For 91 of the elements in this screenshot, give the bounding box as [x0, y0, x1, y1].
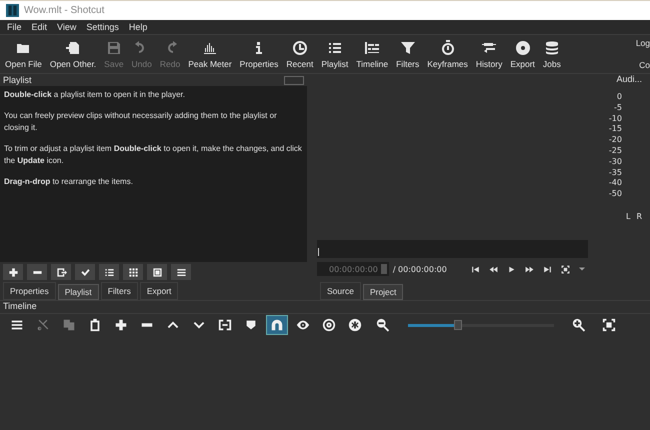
scale-label: -10 [608, 114, 622, 123]
fit-icon[interactable] [602, 318, 616, 332]
playlist-button[interactable] [99, 264, 119, 280]
tab[interactable]: Properties [3, 282, 56, 300]
clipboard-icon [88, 318, 102, 332]
timeline-icon [364, 40, 380, 56]
help-text: Drag-n-drop to rearrange the items. [4, 176, 134, 188]
help-text: You can freely preview clips without necessarily adding them to the playlist or closing it. [4, 110, 278, 134]
split-icon [218, 318, 232, 332]
tile-icon [152, 266, 162, 278]
toolbar-button[interactable]: Properties [236, 40, 282, 68]
panel-title: Playlist [3, 75, 32, 85]
menu-icon [176, 266, 186, 278]
panel-title: Audi... [616, 74, 642, 84]
fit-icon[interactable] [560, 264, 570, 274]
toolbar-button[interactable]: Filters [393, 40, 422, 68]
scale-label: -20 [608, 135, 622, 144]
toolbar-button[interactable]: Jobs [540, 40, 564, 68]
playlist-button[interactable] [3, 264, 23, 280]
channel-label: L [626, 212, 630, 222]
toolbar-label[interactable]: Co [639, 60, 650, 70]
asterisk-icon [348, 318, 362, 332]
playlist-button[interactable] [51, 264, 71, 280]
menu-icon [10, 318, 24, 332]
timeline-button[interactable] [266, 315, 288, 335]
list-icon [104, 266, 114, 278]
help-text: Double-click a playlist item to open it in the player. [4, 89, 186, 101]
toolbar-button[interactable]: Playlist [318, 40, 352, 68]
scale-label: -40 [608, 178, 622, 188]
tab[interactable]: Project [362, 284, 404, 300]
channel-label: R [636, 212, 642, 222]
window-title: Wow.mlt - Shotcut [24, 5, 104, 16]
copy-icon [62, 318, 76, 332]
fast-forward-icon[interactable] [524, 264, 534, 274]
toolbar-label[interactable]: Log [636, 38, 650, 48]
scale-label: -30 [608, 156, 622, 166]
duration-text: / 00:00:00:00 [392, 264, 447, 274]
menu-item[interactable]: Help [128, 22, 148, 32]
toolbar-button[interactable]: Open Other. [46, 40, 100, 68]
menu-item[interactable]: File [7, 22, 22, 32]
clock-icon [292, 40, 308, 56]
plus-icon [8, 266, 18, 278]
playlist-button[interactable] [171, 264, 191, 280]
funnel-icon [400, 40, 416, 56]
zoom-in-icon[interactable] [572, 318, 586, 332]
toolbar-button[interactable]: Open File [2, 40, 45, 68]
eye-icon [296, 318, 310, 332]
skip-start-icon[interactable] [470, 264, 480, 274]
scale-label: -5 [614, 102, 622, 112]
playlist-button[interactable] [147, 264, 167, 280]
scale-label: -50 [608, 189, 622, 198]
add-file-icon [65, 40, 82, 56]
skip-end-icon[interactable] [542, 264, 552, 274]
marker-icon [244, 318, 258, 332]
update-icon [56, 266, 66, 278]
playlist-button[interactable] [123, 264, 143, 280]
toolbar-button[interactable]: Peak Meter [185, 40, 235, 68]
magnet-icon [270, 318, 284, 332]
menu-item[interactable]: Settings [86, 22, 119, 32]
toolbar-button[interactable]: Recent [283, 40, 316, 68]
panel-title: Timeline [3, 301, 37, 311]
playlist-button[interactable] [75, 264, 95, 280]
stack-icon [544, 40, 560, 56]
playlist-button[interactable] [27, 264, 47, 280]
tab[interactable]: Source [320, 282, 361, 300]
toolbar-button[interactable]: Keyframes [424, 40, 471, 68]
scissors-icon [36, 318, 50, 332]
scale-label: 0 [616, 92, 622, 101]
menu-item[interactable]: Edit [32, 22, 48, 32]
menu-item[interactable]: View [57, 22, 76, 32]
caret-icon[interactable] [578, 266, 585, 272]
play-icon[interactable] [506, 264, 516, 274]
toolbar-button[interactable]: Export [507, 40, 538, 68]
tab[interactable]: Export [140, 282, 178, 300]
help-text: To trim or adjust a playlist item Double-click to open it, make the changes, and click the Update icon. [4, 143, 303, 167]
scale-label: -25 [608, 146, 622, 155]
check-icon [80, 266, 90, 278]
grid-icon [128, 266, 138, 278]
zoom-out-icon[interactable] [376, 318, 390, 332]
target-icon [322, 318, 336, 332]
timecode-field[interactable]: 00:00:00:00 [317, 262, 389, 276]
rewind-icon[interactable] [488, 264, 498, 274]
stopwatch-icon [440, 40, 456, 56]
toolbar-button[interactable]: History [472, 40, 506, 68]
toolbar-button[interactable]: Timeline [353, 40, 392, 68]
tab[interactable]: Playlist [58, 284, 99, 300]
scale-label: -15 [608, 124, 622, 134]
plus-icon [114, 318, 128, 332]
app-logo-icon [6, 4, 19, 17]
scale-label: -35 [608, 168, 622, 177]
tab[interactable]: Filters [100, 282, 138, 300]
